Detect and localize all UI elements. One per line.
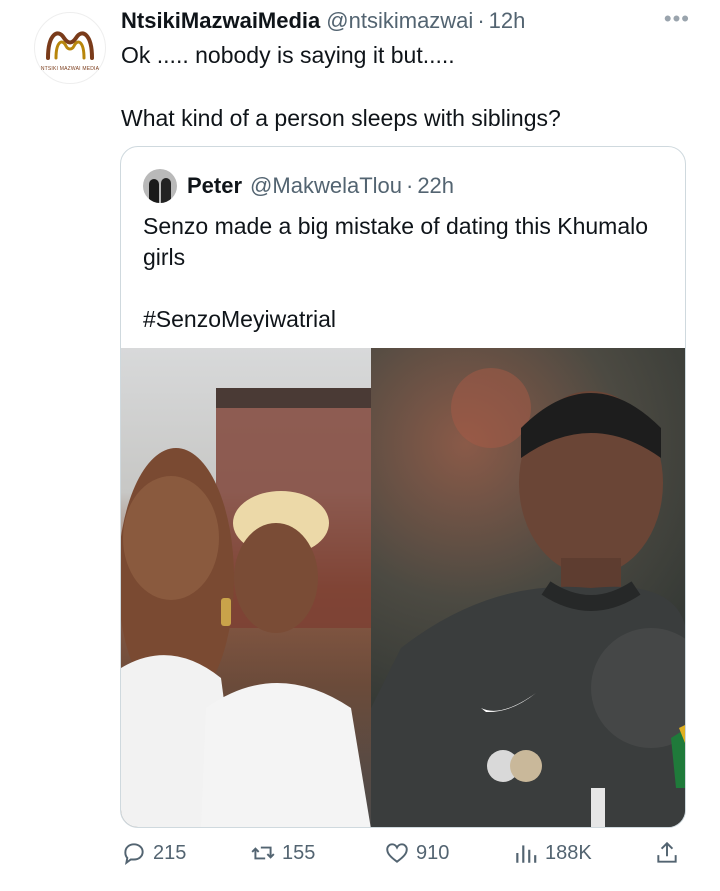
- photo-goalkeeper-illustration: [371, 368, 685, 827]
- views-count: 188K: [545, 841, 592, 864]
- photo-two-women-illustration: [121, 388, 371, 827]
- more-options-icon[interactable]: •••: [664, 8, 690, 30]
- tweet-action-bar: 215 155 910 188K: [0, 840, 720, 872]
- avatar-logo-text: NTSIKI MAZWAI MEDIA: [40, 66, 100, 72]
- brand-logo-icon: [46, 31, 94, 60]
- quoted-tweet-text: Senzo made a big mistake of dating this …: [143, 213, 649, 270]
- quoted-author-avatar[interactable]: [143, 169, 177, 203]
- reply-count: 215: [153, 841, 187, 864]
- like-count: 910: [416, 841, 450, 864]
- separator-dot: ·: [405, 173, 414, 198]
- views-chart-icon: [516, 845, 537, 863]
- tweet-time[interactable]: 12h: [489, 8, 526, 34]
- reply-button[interactable]: 215: [121, 840, 186, 866]
- tweet-text-line: Ok ..... nobody is saying it but.....: [121, 42, 455, 68]
- separator-dot: ·: [477, 8, 485, 33]
- retweet-icon: [251, 846, 275, 860]
- quoted-author-handle[interactable]: @MakwelaTlou: [250, 173, 402, 199]
- retweet-count: 155: [282, 841, 316, 864]
- retweet-button[interactable]: 155: [250, 840, 315, 866]
- author-avatar[interactable]: NTSIKI MAZWAI MEDIA: [34, 12, 106, 84]
- share-icon: [657, 841, 677, 863]
- like-button[interactable]: 910: [384, 840, 449, 866]
- author-handle[interactable]: @ntsikimazwai: [326, 8, 473, 34]
- photo-two-women[interactable]: [121, 348, 371, 827]
- tweet-text: Ok ..... nobody is saying it but..... Wh…: [121, 40, 681, 133]
- quoted-tweet-time[interactable]: 22h: [417, 173, 454, 199]
- avatar-figure: [149, 179, 159, 203]
- quoted-tweet[interactable]: Peter @MakwelaTlou · 22h Senzo made a bi…: [120, 146, 686, 828]
- hashtag-link[interactable]: #SenzoMeyiwatrial: [143, 306, 336, 333]
- tweet-header: NtsikiMazwaiMedia @ntsikimazwai · 12h: [121, 8, 680, 38]
- quoted-tweet-media[interactable]: [121, 348, 685, 827]
- quoted-author-name[interactable]: Peter: [187, 173, 242, 199]
- heart-icon: [386, 843, 408, 863]
- author-name[interactable]: NtsikiMazwaiMedia: [121, 8, 320, 34]
- quoted-tweet-header: Peter @MakwelaTlou · 22h: [143, 169, 454, 203]
- tweet-text-line: What kind of a person sleeps with siblin…: [121, 105, 561, 131]
- reply-icon: [124, 843, 144, 866]
- avatar-figure: [161, 178, 171, 203]
- share-button[interactable]: [654, 840, 686, 866]
- views-button[interactable]: 188K: [513, 840, 592, 866]
- photo-goalkeeper[interactable]: [371, 348, 685, 827]
